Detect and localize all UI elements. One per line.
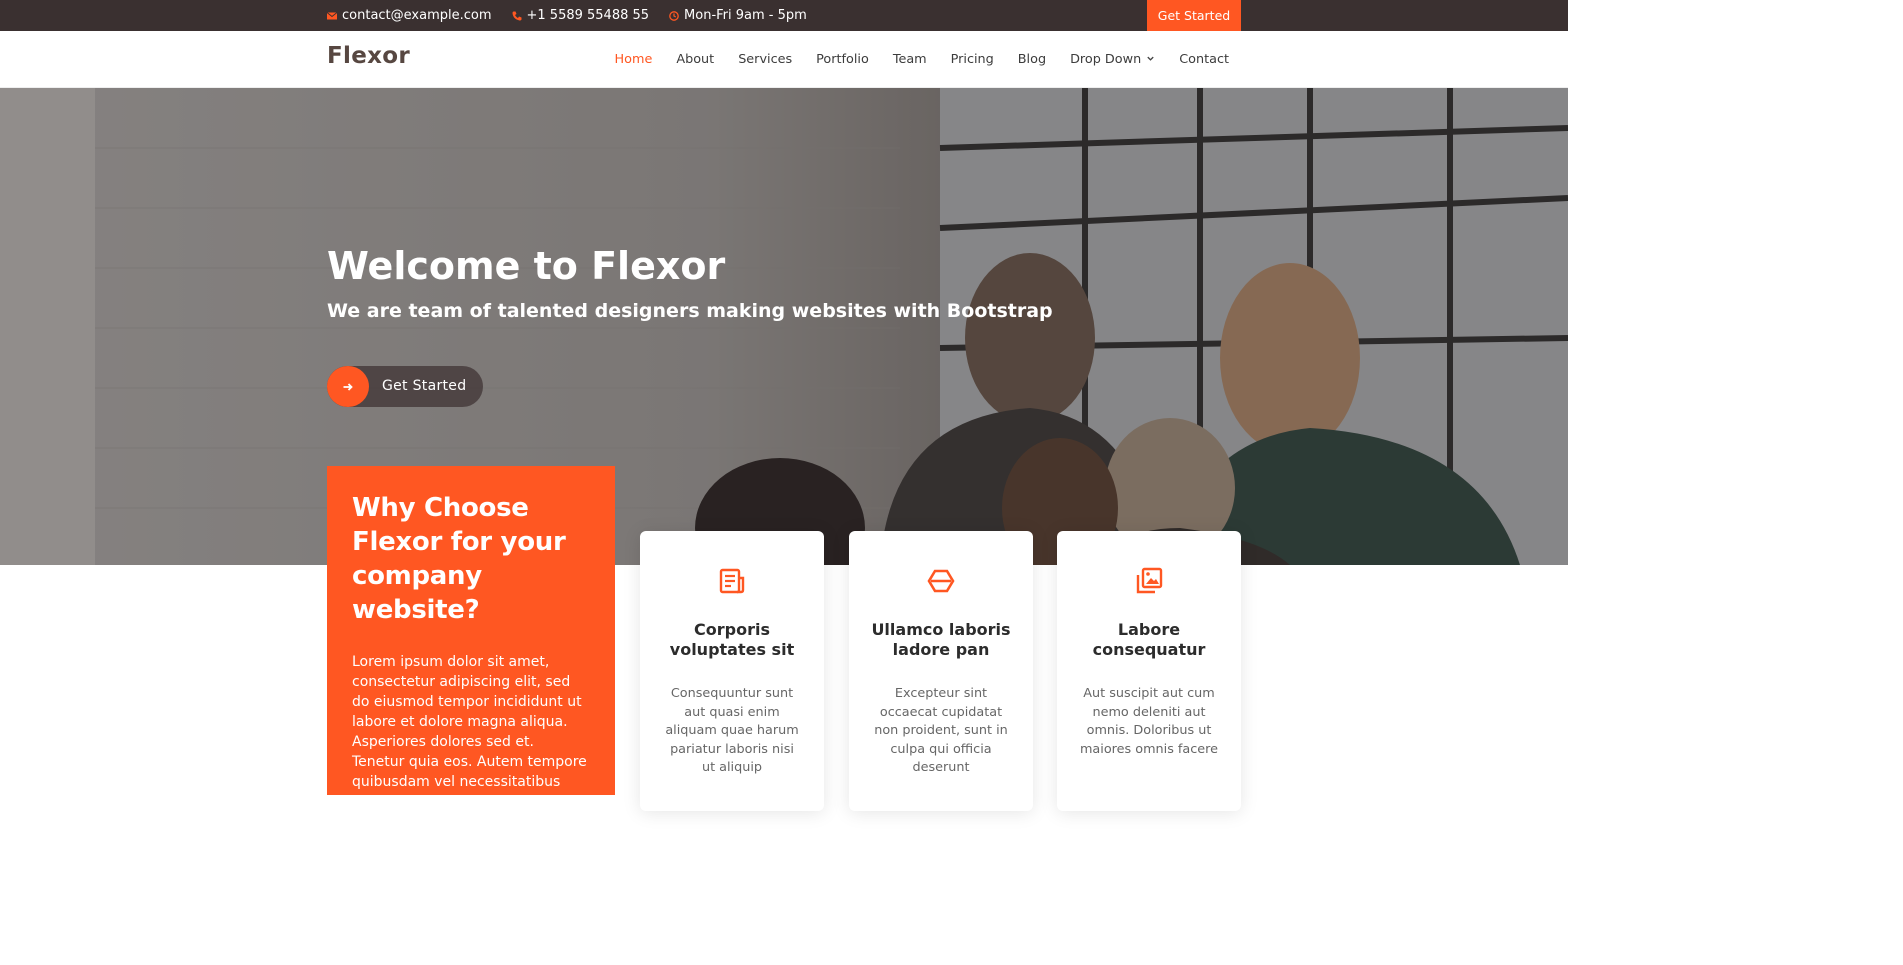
nav-home[interactable]: Home — [615, 52, 653, 67]
card-title: Ullamco laboris ladore pan — [871, 620, 1011, 659]
card-title: Labore consequatur — [1092, 620, 1206, 659]
nav-dropdown-label: Drop Down — [1070, 52, 1142, 67]
nav-pricing[interactable]: Pricing — [951, 52, 994, 67]
logo[interactable]: Flexor — [327, 43, 410, 69]
card-title: Corporis voluptates sit — [669, 620, 795, 659]
contact-hours: Mon-Fri 9am - 5pm — [669, 8, 807, 23]
chevron-down-icon — [1146, 52, 1155, 67]
phone-text: +1 5589 55488 55 — [526, 8, 650, 23]
card-text: Aut suscipit aut cum nemo deleniti aut o… — [1079, 686, 1219, 757]
envelope-icon — [327, 11, 337, 21]
nav-about[interactable]: About — [676, 52, 714, 67]
contact-info: contact@example.com +1 5589 55488 55 Mon… — [327, 0, 807, 31]
hero-overlay — [0, 88, 1568, 565]
phone-icon — [512, 11, 522, 21]
nav-dropdown[interactable]: Drop Down — [1070, 52, 1155, 67]
feature-card: Labore consequatur Aut suscipit aut cum … — [1057, 531, 1241, 811]
nav-blog[interactable]: Blog — [1018, 52, 1046, 67]
hero-section: Welcome to Flexor We are team of talente… — [0, 88, 1568, 565]
nav-portfolio[interactable]: Portfolio — [816, 52, 869, 67]
hero-title: Welcome to Flexor — [327, 244, 726, 288]
site-header: Flexor Home About Services Portfolio Tea… — [0, 31, 1568, 88]
why-choose-box: Why Choose Flexor for your company websi… — [327, 466, 615, 810]
contact-email[interactable]: contact@example.com — [327, 8, 492, 23]
cube-icon — [926, 566, 956, 596]
nav-services[interactable]: Services — [738, 52, 792, 67]
contact-phone[interactable]: +1 5589 55488 55 — [512, 8, 650, 23]
nav-team[interactable]: Team — [893, 52, 927, 67]
card-text: Consequuntur sunt aut quasi enim aliquam… — [665, 686, 799, 775]
arrow-right-icon — [327, 366, 369, 407]
why-title: Why Choose Flexor for your company websi… — [352, 493, 566, 625]
main-nav: Home About Services Portfolio Team Prici… — [615, 31, 1229, 88]
hours-text: Mon-Fri 9am - 5pm — [684, 8, 807, 23]
top-bar: contact@example.com +1 5589 55488 55 Mon… — [0, 0, 1568, 31]
hero-get-started-button[interactable]: Get Started — [327, 366, 483, 407]
why-text: Lorem ipsum dolor sit amet, consectetur … — [352, 654, 587, 810]
email-text: contact@example.com — [342, 8, 492, 23]
images-icon — [1134, 566, 1164, 596]
hero-button-label: Get Started — [382, 378, 467, 394]
clock-icon — [669, 10, 679, 21]
feature-card: Ullamco laboris ladore pan Excepteur sin… — [849, 531, 1033, 811]
receipt-icon — [717, 566, 747, 596]
nav-contact[interactable]: Contact — [1179, 52, 1229, 67]
topbar-get-started-button[interactable]: Get Started — [1147, 0, 1241, 31]
card-text: Excepteur sint occaecat cupidatat non pr… — [874, 686, 1008, 775]
hero-subtitle: We are team of talented designers making… — [327, 300, 1053, 322]
feature-card: Corporis voluptates sit Consequuntur sun… — [640, 531, 824, 811]
